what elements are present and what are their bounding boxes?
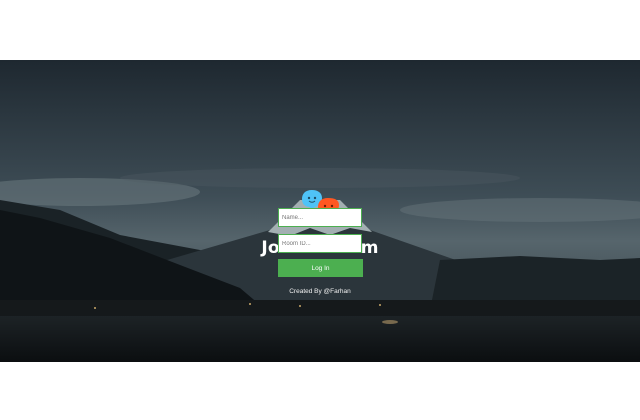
room-id-input[interactable] [278,234,362,253]
login-button[interactable]: Log In [278,259,363,277]
name-input[interactable] [278,208,362,227]
credit-text: Created By @Farhan [289,288,351,295]
